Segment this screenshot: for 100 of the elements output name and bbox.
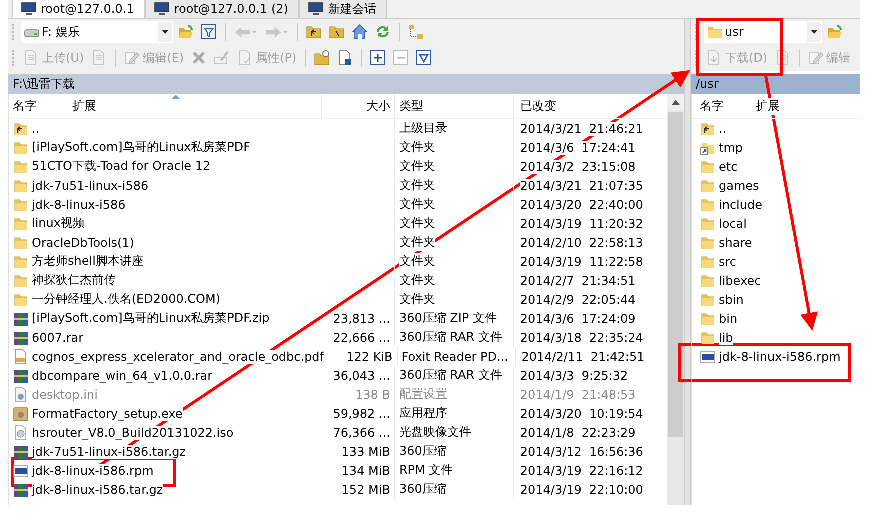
folder-icon bbox=[13, 216, 29, 232]
file-name[interactable]: jdk-8-linux-i586.rpm bbox=[719, 350, 841, 364]
file-type: 文件夹 bbox=[399, 291, 436, 308]
file-name[interactable]: FormatFactory_setup.exe bbox=[32, 406, 183, 420]
file-name[interactable]: bin bbox=[719, 312, 738, 326]
archive-icon bbox=[13, 482, 29, 498]
modified-date: 2014/3/18 22:35:24 bbox=[520, 330, 644, 344]
file-type: 360压缩 ZIP 文件 bbox=[399, 310, 497, 327]
pane-splitter[interactable] bbox=[684, 19, 691, 505]
column-header[interactable]: 已改变 bbox=[520, 98, 556, 114]
forward-arrow-icon bbox=[265, 26, 289, 38]
modified-date: 2014/3/3 9:25:32 bbox=[520, 368, 628, 382]
file-name[interactable]: cognos_express_xcelerator_and_oracle_odbc.pdf bbox=[32, 350, 324, 364]
column-header[interactable]: 扩展 bbox=[756, 98, 780, 114]
scroll-up-arrow-icon[interactable] bbox=[672, 100, 680, 105]
directory-dropdown[interactable]: usr bbox=[704, 21, 822, 43]
modified-date: 2014/3/2 23:15:08 bbox=[520, 160, 636, 174]
file-size: 22,666 ... bbox=[333, 330, 390, 344]
file-size: 59,982 ... bbox=[333, 406, 390, 420]
file-name[interactable]: 一分钟经理人.佚名(ED2000.COM) bbox=[32, 291, 221, 308]
open-folder-icon bbox=[827, 24, 843, 40]
file-name[interactable]: tmp bbox=[719, 140, 744, 154]
properties-icon bbox=[237, 50, 254, 66]
rpm-file-icon bbox=[13, 462, 29, 478]
file-type: Foxit Reader PD... bbox=[402, 350, 508, 364]
pdf-icon bbox=[13, 348, 29, 364]
archive-icon bbox=[13, 368, 29, 384]
modified-date: 2014/3/19 11:22:58 bbox=[520, 254, 644, 268]
folder-icon bbox=[13, 158, 29, 174]
sort-arrow-icon bbox=[172, 95, 180, 99]
file-name[interactable]: [iPlaySoft.com]鸟哥的Linux私房菜PDF.zip bbox=[32, 310, 270, 327]
modified-date: 2014/3/21 21:07:35 bbox=[520, 178, 644, 192]
column-header[interactable]: 扩展 bbox=[72, 98, 96, 114]
new-folder-icon bbox=[314, 50, 330, 66]
dropdown-caret-icon[interactable] bbox=[162, 30, 168, 34]
file-name[interactable]: local bbox=[719, 216, 747, 230]
file-name[interactable]: jdk-8-linux-i586 bbox=[32, 198, 126, 212]
file-name[interactable]: include bbox=[719, 198, 762, 212]
column-header[interactable]: 大小 bbox=[366, 98, 390, 114]
file-name[interactable]: 6007.rar bbox=[32, 330, 84, 344]
session-tab[interactable]: 新建会话 bbox=[299, 0, 388, 18]
file-type: 360压缩 RAR 文件 bbox=[399, 367, 502, 384]
archive-icon bbox=[13, 444, 29, 460]
file-name[interactable]: jdk-8-linux-i586.rpm bbox=[32, 464, 154, 478]
file-name[interactable]: linux视频 bbox=[32, 215, 85, 232]
rename-icon bbox=[214, 50, 230, 66]
scrollbar[interactable] bbox=[667, 94, 684, 505]
file-name[interactable]: share bbox=[719, 236, 752, 250]
file-size: 76,366 ... bbox=[333, 426, 390, 440]
file-size: 36,043 ... bbox=[333, 368, 390, 382]
column-header[interactable]: 名字 bbox=[700, 98, 724, 114]
file-name[interactable]: etc bbox=[719, 160, 738, 174]
file-name[interactable]: jdk-8-linux-i586.tar.gz bbox=[32, 482, 164, 496]
file-name[interactable]: 神探狄仁杰前传 bbox=[32, 272, 116, 289]
folder-icon bbox=[700, 254, 716, 270]
document-icon bbox=[336, 50, 353, 66]
file-size: 23,813 ... bbox=[333, 312, 390, 326]
file-type: 光盘映像文件 bbox=[399, 424, 472, 441]
parent-folder-icon bbox=[306, 24, 322, 40]
modified-date: 2014/3/20 10:19:54 bbox=[520, 406, 644, 420]
file-name[interactable]: jdk-7u51-linux-i586.tar.gz bbox=[32, 444, 186, 458]
dropdown-caret-icon[interactable] bbox=[810, 30, 818, 34]
folder-icon bbox=[13, 254, 29, 270]
file-name[interactable]: jdk-7u51-linux-i586 bbox=[32, 178, 149, 192]
file-name[interactable]: 方老师shell脚本讲座 bbox=[32, 253, 144, 270]
modified-date: 2014/3/21 21:46:21 bbox=[520, 122, 644, 136]
file-name[interactable]: libexec bbox=[719, 274, 762, 288]
archive-icon bbox=[13, 310, 29, 326]
modified-date: 2014/3/19 22:16:12 bbox=[520, 464, 644, 478]
folder-icon bbox=[700, 158, 716, 174]
column-header[interactable]: 名字 bbox=[13, 98, 37, 114]
file-size: 122 KiB bbox=[346, 350, 393, 364]
file-name[interactable]: sbin bbox=[719, 292, 744, 306]
pencil-icon bbox=[808, 50, 824, 66]
session-tab[interactable]: root@127.0.0.1 bbox=[12, 0, 146, 18]
folder-icon bbox=[13, 140, 29, 156]
drive-dropdown[interactable]: F: 娱乐 bbox=[21, 21, 173, 43]
folder-icon bbox=[13, 196, 29, 212]
plus-icon bbox=[370, 50, 386, 66]
folder-icon bbox=[13, 292, 29, 308]
disc-image-icon bbox=[13, 424, 29, 440]
file-type: 文件夹 bbox=[399, 139, 436, 156]
session-tab[interactable]: root@127.0.0.1 (2) bbox=[145, 0, 300, 18]
modified-date: 2014/3/6 17:24:41 bbox=[520, 140, 636, 154]
path-bar: /usr bbox=[691, 74, 860, 94]
file-name[interactable]: hsrouter_V8.0_Build20131022.iso bbox=[32, 426, 234, 440]
column-header[interactable]: 类型 bbox=[399, 98, 424, 114]
folder-icon bbox=[700, 216, 716, 232]
file-name[interactable]: OracleDbTools(1) bbox=[32, 236, 134, 250]
folder-icon bbox=[700, 310, 716, 326]
modified-date: 2014/2/9 22:05:44 bbox=[520, 292, 636, 306]
modified-date: 2014/1/8 22:23:29 bbox=[520, 426, 636, 440]
file-name[interactable]: dbcompare_win_64_v1.0.0.rar bbox=[32, 368, 213, 382]
file-name[interactable]: lib bbox=[719, 330, 734, 344]
path-bar: F:\迅雷下载 bbox=[8, 74, 684, 94]
folder-icon bbox=[700, 292, 716, 308]
file-name[interactable]: [iPlaySoft.com]鸟哥的Linux私房菜PDF bbox=[32, 139, 251, 156]
monitor-icon bbox=[154, 1, 170, 17]
modified-date: 2014/3/6 17:24:09 bbox=[520, 312, 636, 326]
home-icon bbox=[352, 24, 368, 40]
